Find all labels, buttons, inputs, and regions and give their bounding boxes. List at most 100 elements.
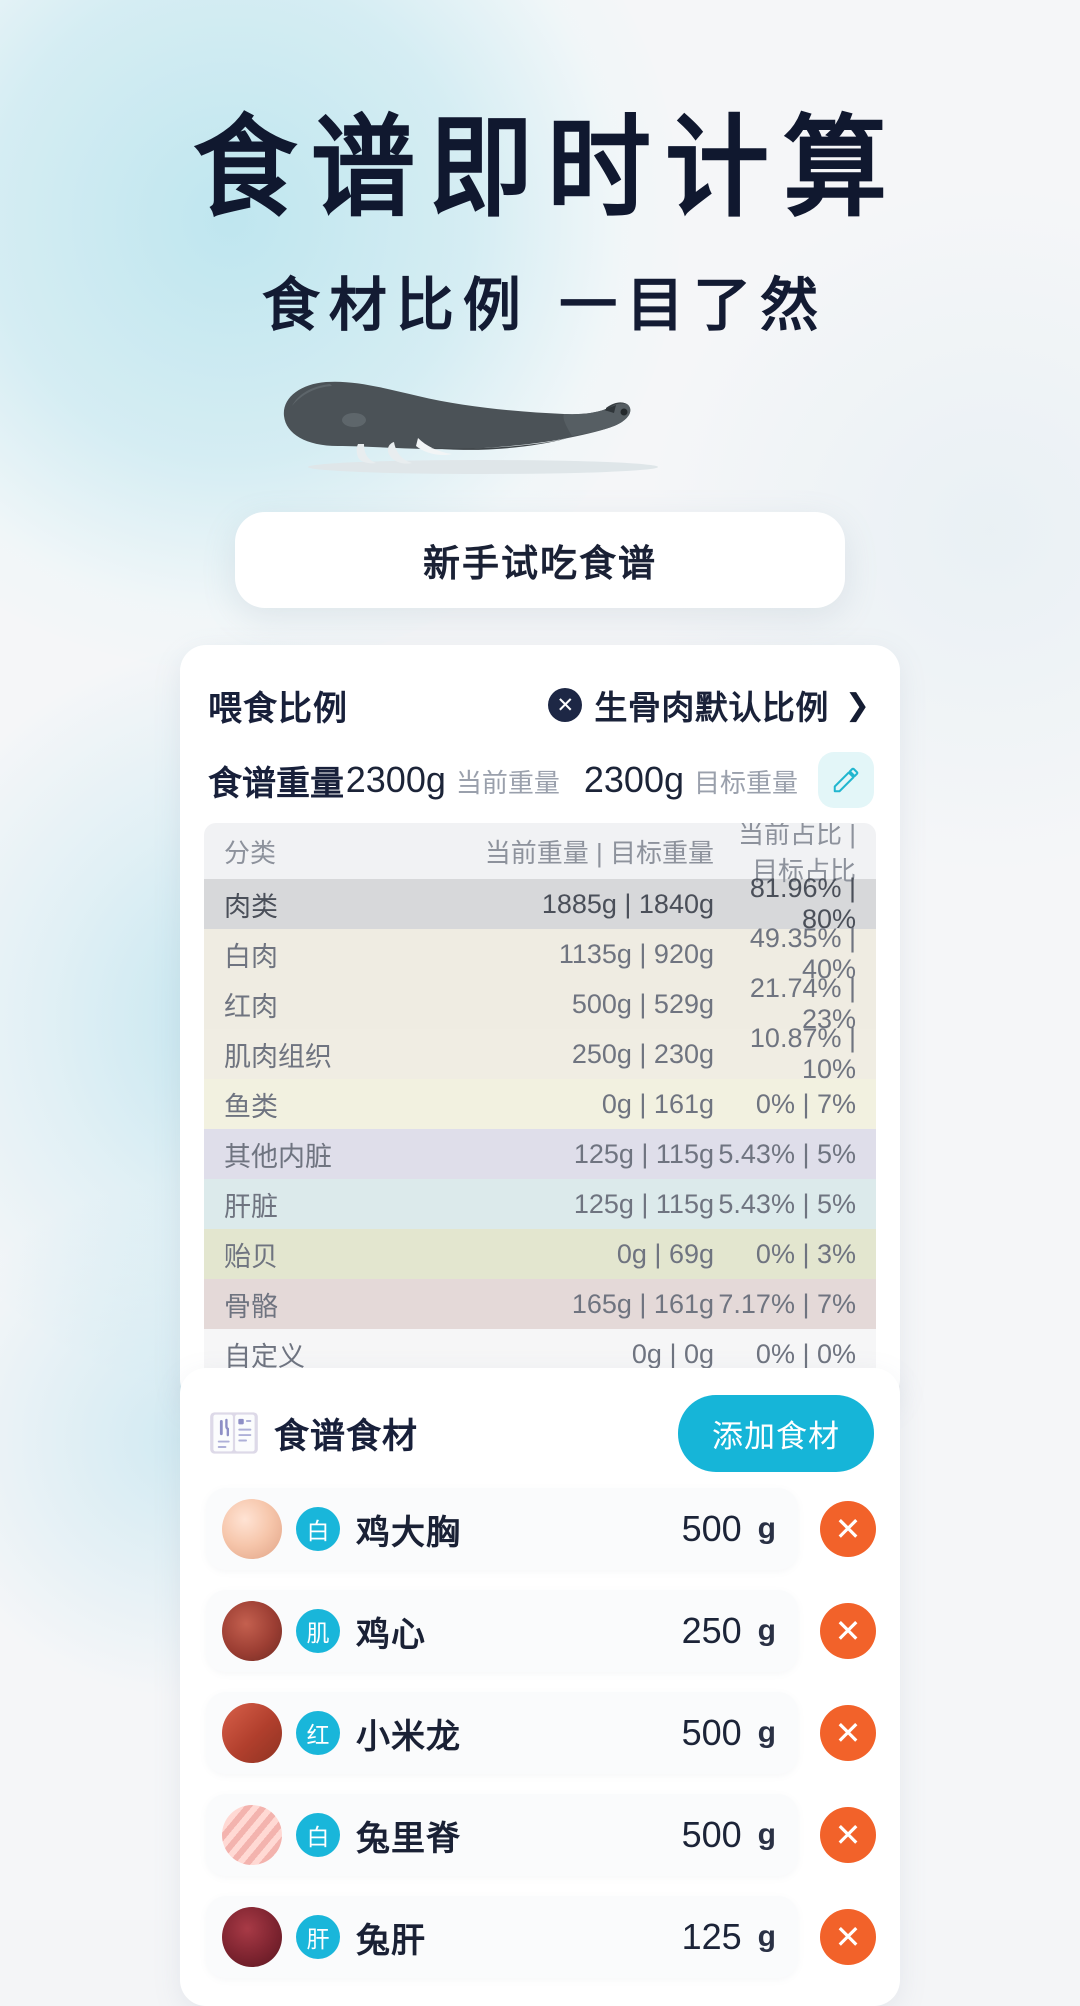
current-weight-caption: 当前重量 [455,768,560,798]
ratio-row-weight: 165g | 161g [571,1288,714,1319]
ingredient-unit: g [757,1920,776,1953]
ratio-table-body: 肉类 1885g | 1840g 81.96% | 80% 白肉 1135g | 920… [204,873,876,1379]
ingredient-row: 肝兔肝 125 g ✕ [180,1892,900,1982]
page-title: 食谱即时计算 [192,103,901,233]
page-root: 食谱即时计算 食材比例 一目了然 新手试吃食谱 喂食比例 ✕ 生骨肉默认比例 ❯… [0,0,1080,2006]
ingredient-amount-input[interactable]: 500 [682,1508,742,1550]
ratio-row-weight: 0g | 161g [601,1088,714,1119]
hero-section: 食谱即时计算 食材比例 一目了然 [0,0,1080,342]
ingredient-amount-input[interactable]: 125 [682,1916,742,1958]
ratio-table-row: 骨骼 165g | 161g 7.17% | 7% [204,1279,876,1329]
preset-label: 生骨肉默认比例 [594,689,829,726]
ratio-row-weight: 0g | 69g [616,1238,714,1269]
ratio-table-row: 红肉 500g | 529g 21.74% | 23% [204,973,876,1034]
page-subtitle: 食材比例 一目了然 [261,271,828,340]
delete-ingredient-button[interactable]: ✕ [820,1807,876,1863]
target-weight-caption: 目标重量 [693,768,798,798]
recipe-book-icon [210,1412,258,1454]
edit-weight-button[interactable] [818,752,874,808]
ingredient-pill[interactable]: 肌鸡心 250 g [206,1590,798,1672]
ingredient-unit: g [757,1818,776,1851]
ratio-table-row: 贻贝 0g | 69g 0% | 3% [204,1229,876,1279]
ingredient-pill[interactable]: 肝兔肝 125 g [206,1896,798,1978]
target-weight-value: 2300g [583,759,684,800]
ingredient-category-tag: 白 [296,1813,340,1857]
ratio-row-weight: 0g | 0g [631,1338,714,1369]
ratio-row-weight: 125g | 115g [573,1138,714,1169]
ingredient-thumbnail [222,1703,282,1763]
ratio-table-row: 肌肉组织 250g | 230g 10.87% | 10% [204,1023,876,1084]
ratio-row-percent: 0% | 0% [755,1338,856,1369]
ingredients-card: 食谱食材 添加食材 白鸡大胸 500 g ✕ 肌鸡心 250 g ✕ 红小米龙 500 g ✕ 白兔里脊… [180,1368,900,2006]
ingredient-thumbnail [222,1907,282,1967]
ingredient-amount-input[interactable]: 250 [682,1610,742,1652]
ingredients-title: 食谱食材 [274,1416,419,1456]
x-circle-icon: ✕ [548,688,583,722]
header-weight: 当前重量 | 目标重量 [484,837,714,868]
ratio-row-weight: 250g | 230g [571,1038,714,1069]
chevron-right-icon: ❯ [844,688,870,722]
ratio-table-row: 其他内脏 125g | 115g 5.43% | 5% [204,1129,876,1179]
ratio-table-row: 肉类 1885g | 1840g 81.96% | 80% [204,873,876,934]
ratio-row-category: 肌肉组织 [224,1041,332,1072]
ingredient-name: 小米龙 [356,1717,461,1756]
ingredient-amount-input[interactable]: 500 [682,1712,742,1754]
sleeping-dog-icon [283,382,658,475]
ratio-table-row: 肝脏 125g | 115g 5.43% | 5% [204,1179,876,1229]
ratio-row-percent: 0% | 3% [755,1238,856,1269]
delete-ingredient-button[interactable]: ✕ [820,1909,876,1965]
header-category: 分类 [224,837,277,868]
ingredients-header: 食谱食材 添加食材 [180,1394,900,1472]
recipe-weight-values: 2300g 当前重量 2300g 目标重量 [346,759,798,801]
ingredient-thumbnail [222,1499,282,1559]
add-ingredient-button[interactable]: 添加食材 [678,1394,874,1472]
pencil-icon [833,767,859,793]
ingredient-category-tag: 肝 [296,1915,340,1959]
ratio-row-percent: 5.43% | 5% [718,1188,856,1219]
ratio-row-category: 其他内脏 [224,1141,332,1172]
ratio-row-weight: 1135g | 920g [558,938,714,969]
ratio-row-category: 鱼类 [224,1091,278,1122]
ingredient-amount-input[interactable]: 500 [682,1814,742,1856]
ingredient-name: 兔里脊 [356,1819,461,1858]
ratio-table-row: 白肉 1135g | 920g 49.35% | 40% [204,923,876,984]
delete-ingredient-button[interactable]: ✕ [820,1501,876,1557]
preset-selector[interactable]: ✕ 生骨肉默认比例 ❯ [548,681,870,729]
feeding-ratio-header: 喂食比例 ✕ 生骨肉默认比例 ❯ [180,679,900,731]
ratio-row-weight: 500g | 529g [571,988,714,1019]
current-weight-value: 2300g [345,759,446,800]
ingredient-unit: g [757,1512,776,1545]
recipe-weight-row: 食谱重量 2300g 当前重量 2300g 目标重量 [180,731,900,808]
delete-ingredient-button[interactable]: ✕ [820,1603,876,1659]
ratio-table-header: 分类 当前重量 | 目标重量 当前占比 | 目标占比 [204,823,876,886]
hero-illustration [0,368,1080,488]
ratio-row-weight: 1885g | 1840g [541,888,714,919]
ratio-row-category: 红肉 [224,991,278,1022]
ingredient-category-tag: 白 [296,1507,340,1551]
ingredient-category-tag: 红 [296,1711,340,1755]
feeding-ratio-title: 喂食比例 [208,689,348,728]
cta-row: 新手试吃食谱 [0,512,1080,609]
ratio-row-weight: 125g | 115g [573,1188,714,1219]
ingredient-name: 鸡心 [356,1615,426,1654]
ingredient-pill[interactable]: 白鸡大胸 500 g [206,1488,798,1570]
ratio-row-percent: 0% | 7% [755,1088,856,1119]
ingredient-thumbnail [222,1805,282,1865]
recipe-weight-label: 食谱重量 [208,764,344,803]
ratio-row-category: 肝脏 [224,1191,278,1222]
ingredient-row: 白兔里脊 500 g ✕ [180,1790,900,1880]
try-recipe-button[interactable]: 新手试吃食谱 [235,512,845,609]
ingredient-pill[interactable]: 红小米龙 500 g [206,1692,798,1774]
ingredient-pill[interactable]: 白兔里脊 500 g [206,1794,798,1876]
ratio-row-category: 白肉 [224,941,278,972]
ratio-row-category: 贻贝 [224,1241,278,1272]
ratio-table-row: 鱼类 0g | 161g 0% | 7% [204,1079,876,1129]
delete-ingredient-button[interactable]: ✕ [820,1705,876,1761]
ratio-row-percent: 7.17% | 7% [718,1288,856,1319]
ingredient-unit: g [757,1614,776,1647]
ratio-row-category: 肉类 [224,891,278,922]
ingredient-row: 白鸡大胸 500 g ✕ [180,1484,900,1574]
ratio-row-category: 骨骼 [224,1291,278,1322]
ratio-row-percent: 10.87% | 10% [749,1023,856,1084]
ingredient-unit: g [757,1716,776,1749]
